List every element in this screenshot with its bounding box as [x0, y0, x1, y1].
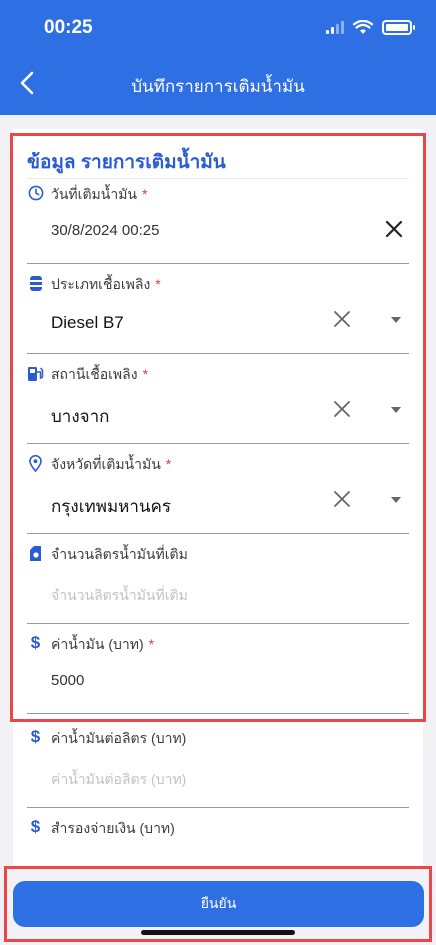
field-label: ค่าน้ำมัน (บาท) *	[51, 636, 155, 652]
close-icon	[385, 220, 403, 238]
dollar-icon: $	[30, 727, 41, 746]
wifi-icon	[353, 20, 373, 34]
app-header: 00:25 บันทึกรายการเติมน้ำมัน	[0, 0, 436, 115]
liters-field[interactable]: จำนวนลิตรน้ำมันที่เติม จำนวนลิตรน้ำมันที…	[27, 534, 409, 624]
price-per-liter-input[interactable]: ค่าน้ำมันต่อลิตร (บาท)	[51, 769, 186, 791]
clear-fuel-type-button[interactable]	[331, 308, 353, 330]
fuel-type-field[interactable]: ประเภทเชื้อเพลิง * Diesel B7	[27, 264, 409, 354]
field-label: สถานีเชื้อเพลิง *	[51, 366, 149, 382]
status-time: 00:25	[44, 17, 93, 38]
confirm-button[interactable]: ยืนยัน	[13, 881, 424, 927]
dollar-icon: $	[30, 817, 41, 836]
field-label: สำรองจ่ายเงิน (บาท)	[51, 820, 175, 836]
section-title: ข้อมูล รายการเติมน้ำมัน	[27, 152, 226, 173]
field-label: ประเภทเชื้อเพลิง *	[51, 276, 161, 292]
province-field[interactable]: จังหวัดที่เติมน้ำมัน * กรุงเทพมหานคร	[27, 444, 409, 534]
liters-input[interactable]: จำนวนลิตรน้ำมันที่เติม	[51, 585, 188, 607]
cellular-signal-icon	[326, 21, 344, 34]
refuel-date-field[interactable]: วันที่เติมน้ำมัน * 30/8/2024 00:25	[27, 174, 409, 264]
advance-payment-field[interactable]: $ สำรองจ่ายเงิน (บาท)	[27, 808, 409, 869]
status-icons	[326, 20, 415, 35]
chevron-down-icon[interactable]	[389, 495, 403, 505]
battery-icon	[382, 20, 415, 35]
fuel-cost-input[interactable]: 5000	[51, 672, 84, 689]
field-label: วันที่เติมน้ำมัน *	[51, 186, 148, 202]
close-icon	[334, 491, 350, 507]
close-icon	[334, 311, 350, 327]
location-pin-icon	[27, 454, 44, 472]
clock-icon	[27, 184, 44, 202]
field-label: จำนวนลิตรน้ำมันที่เติม	[51, 546, 188, 562]
fuel-cost-field[interactable]: $ ค่าน้ำมัน (บาท) * 5000	[27, 624, 409, 714]
gas-station-icon	[27, 364, 44, 382]
clear-station-button[interactable]	[331, 398, 353, 420]
refuel-date-value[interactable]: 30/8/2024 00:25	[51, 222, 159, 239]
clear-date-button[interactable]	[383, 218, 405, 240]
dollar-icon: $	[30, 633, 41, 652]
form-card: ข้อมูล รายการเติมน้ำมัน วันที่เติมน้ำมัน…	[13, 129, 423, 869]
chevron-down-icon[interactable]	[389, 315, 403, 325]
province-value[interactable]: กรุงเทพมหานคร	[51, 493, 171, 520]
page-title: บันทึกรายการเติมน้ำมัน	[131, 77, 305, 96]
fuel-can-icon	[27, 544, 44, 562]
field-label: ค่าน้ำมันต่อลิตร (บาท)	[51, 730, 187, 746]
price-per-liter-field[interactable]: $ ค่าน้ำมันต่อลิตร (บาท) ค่าน้ำมันต่อลิต…	[27, 718, 409, 808]
close-icon	[334, 401, 350, 417]
home-indicator	[141, 930, 295, 935]
fuel-station-value[interactable]: บางจาก	[51, 403, 109, 430]
fuel-station-field[interactable]: สถานีเชื้อเพลิง * บางจาก	[27, 354, 409, 444]
fuel-type-value[interactable]: Diesel B7	[51, 313, 124, 333]
chevron-down-icon[interactable]	[389, 405, 403, 415]
field-label: จังหวัดที่เติมน้ำมัน *	[51, 456, 172, 472]
fuel-barrel-icon	[27, 274, 44, 292]
clear-province-button[interactable]	[331, 488, 353, 510]
